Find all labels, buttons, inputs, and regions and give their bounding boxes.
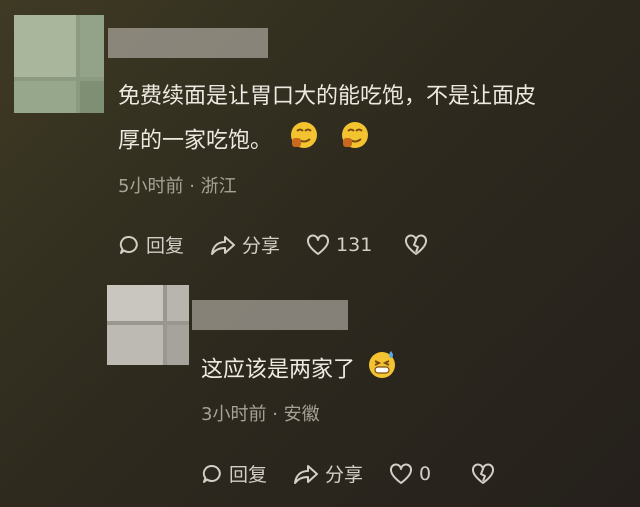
like-count: 0 <box>419 462 432 485</box>
share-button[interactable]: 分享 <box>210 231 280 258</box>
dislike-button[interactable] <box>404 233 434 256</box>
comment-text-line-1: 这应该是两家了 <box>201 348 398 393</box>
comment-location: 安徽 <box>283 404 320 425</box>
reply-bubble-icon <box>119 235 138 254</box>
reply-label: 回复 <box>229 464 268 486</box>
avatar-image <box>14 15 104 113</box>
dislike-button[interactable] <box>471 462 501 485</box>
comment-location: 浙江 <box>200 176 237 197</box>
reply-button[interactable]: 回复 <box>201 460 267 487</box>
drooling-face-icon <box>289 120 319 163</box>
comment-actions: 回复 分享 0 <box>201 460 527 487</box>
comment-text-line-2-text: 厚的一家吃饱。 <box>118 128 273 154</box>
avatar[interactable] <box>14 15 104 113</box>
like-button[interactable]: 0 <box>389 463 431 485</box>
meta-separator: · <box>272 404 284 425</box>
share-arrow-icon <box>211 235 236 255</box>
avatar[interactable] <box>107 285 189 365</box>
grimacing-sweat-face-icon <box>366 348 398 393</box>
share-label: 分享 <box>242 235 281 257</box>
heart-icon <box>390 462 413 484</box>
comment-text-line-2: 厚的一家吃饱。 <box>118 120 370 163</box>
comment-text: 这应该是两家了 <box>201 357 356 383</box>
broken-heart-icon <box>405 233 428 255</box>
heart-icon <box>307 233 330 255</box>
comment-time: 3小时前 <box>201 404 267 425</box>
like-count: 131 <box>336 233 373 256</box>
share-button[interactable]: 分享 <box>293 460 363 487</box>
username-blurred[interactable] <box>108 28 268 58</box>
comment-time: 5小时前 <box>118 176 184 197</box>
share-label: 分享 <box>325 464 364 486</box>
comment-meta: 3小时前 · 安徽 <box>201 400 320 426</box>
share-arrow-icon <box>294 464 319 484</box>
like-button[interactable]: 131 <box>306 234 372 256</box>
broken-heart-icon <box>472 462 495 484</box>
username-blurred[interactable] <box>192 300 348 330</box>
reply-button[interactable]: 回复 <box>118 231 184 258</box>
reply-bubble-icon <box>202 464 221 483</box>
avatar-image <box>107 285 189 365</box>
comment-meta: 5小时前 · 浙江 <box>118 172 237 198</box>
meta-separator: · <box>189 176 201 197</box>
reply-label: 回复 <box>146 235 185 257</box>
comment-text-line-1: 免费续面是让胃口大的能吃饱，不是让面皮 <box>118 84 537 109</box>
drooling-face-icon <box>340 120 370 163</box>
comment-actions: 回复 分享 131 <box>118 231 460 258</box>
